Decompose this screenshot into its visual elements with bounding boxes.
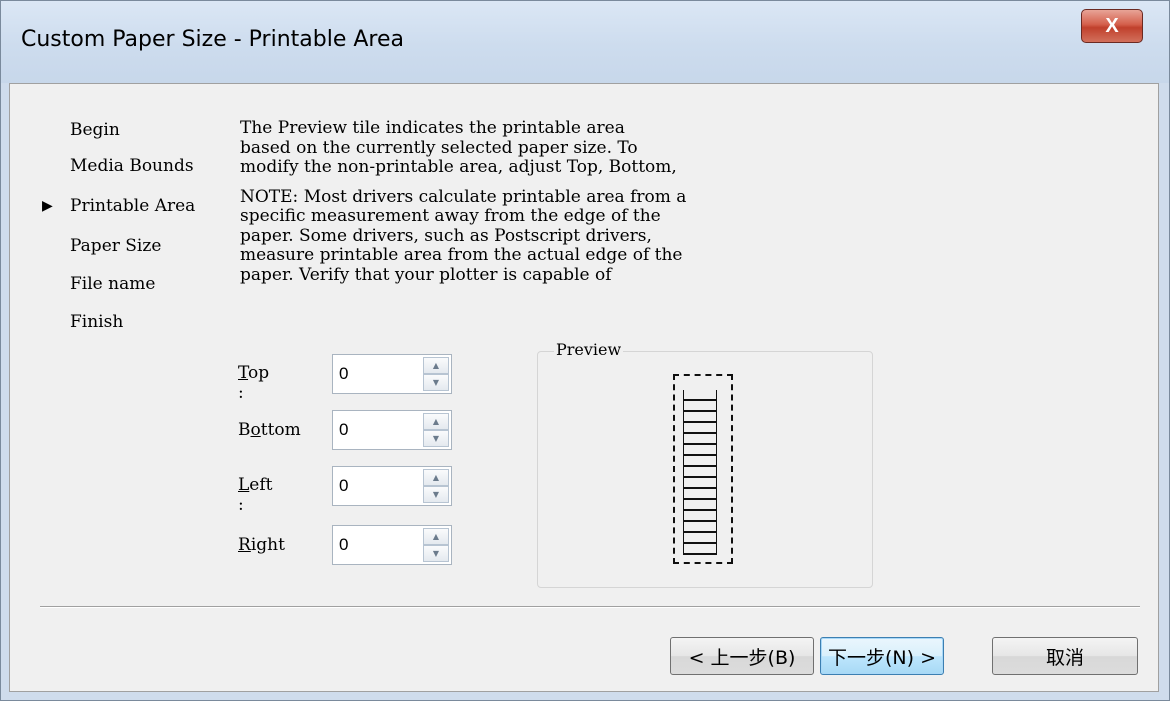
next-button[interactable]: 下一步(N) > [820,637,944,675]
spin-up-icon[interactable]: ▲ [423,469,449,486]
right-spinner[interactable]: ▲▼ [332,525,452,565]
description-line: NOTE: Most drivers calculate printable a… [240,186,687,207]
description-line: specific measurement away from the edge … [240,206,661,226]
description-line: modify the non-printable area, adjust To… [240,157,677,177]
preview-group: Preview [537,340,873,588]
preview-label: Preview [554,340,624,359]
back-button[interactable]: < 上一步(B) [670,637,814,675]
top-input[interactable] [333,355,413,393]
cancel-button[interactable]: 取消 [992,637,1138,675]
left-input[interactable] [333,467,413,505]
right-input[interactable] [333,526,413,564]
dialog-body: Begin Media Bounds ▶ Printable Area Pape… [9,83,1159,692]
top-label: Top : [238,363,270,403]
left-spinner[interactable]: ▲▼ [332,466,452,506]
description-line: The Preview tile indicates the printable… [240,119,625,138]
current-step-arrow-icon: ▶ [42,198,53,214]
spin-down-icon[interactable]: ▼ [423,430,449,447]
bottom-spinner[interactable]: ▲▼ [332,410,452,450]
close-button[interactable]: X [1081,9,1143,43]
divider [40,606,1140,608]
top-spinner[interactable]: ▲▼ [332,354,452,394]
spin-down-icon[interactable]: ▼ [423,486,449,503]
step-paper-size: Paper Size [70,236,162,256]
spin-up-icon[interactable]: ▲ [423,357,449,374]
description-line: paper. Some drivers, such as Postscript … [240,225,652,246]
right-label: Right [238,535,285,555]
paper-lines-graphic [683,390,717,555]
description-text: The Preview tile indicates the printable… [240,119,890,329]
spin-down-icon[interactable]: ▼ [423,374,449,391]
bottom-input[interactable] [333,411,413,449]
close-icon: X [1105,14,1119,37]
description-line: paper. Verify that your plotter is capab… [240,264,612,285]
dialog-window: Custom Paper Size - Printable Area X Beg… [0,0,1170,701]
left-label: Left : [238,475,273,515]
spin-up-icon[interactable]: ▲ [423,528,449,545]
description-line: based on the currently selected paper si… [240,137,638,158]
step-printable-area: Printable Area [70,196,196,216]
spin-down-icon[interactable]: ▼ [423,545,449,562]
description-line: measure printable area from the actual e… [240,245,683,265]
step-media-bounds: Media Bounds [70,156,194,176]
printable-area-outline [673,374,733,564]
step-file-name: File name [70,274,156,294]
spin-up-icon[interactable]: ▲ [423,413,449,430]
window-title: Custom Paper Size - Printable Area [21,27,404,52]
step-finish: Finish [70,312,124,332]
step-begin: Begin [70,120,120,140]
bottom-label: Bottom [238,420,301,440]
title-bar[interactable]: Custom Paper Size - Printable Area X [1,1,1169,83]
